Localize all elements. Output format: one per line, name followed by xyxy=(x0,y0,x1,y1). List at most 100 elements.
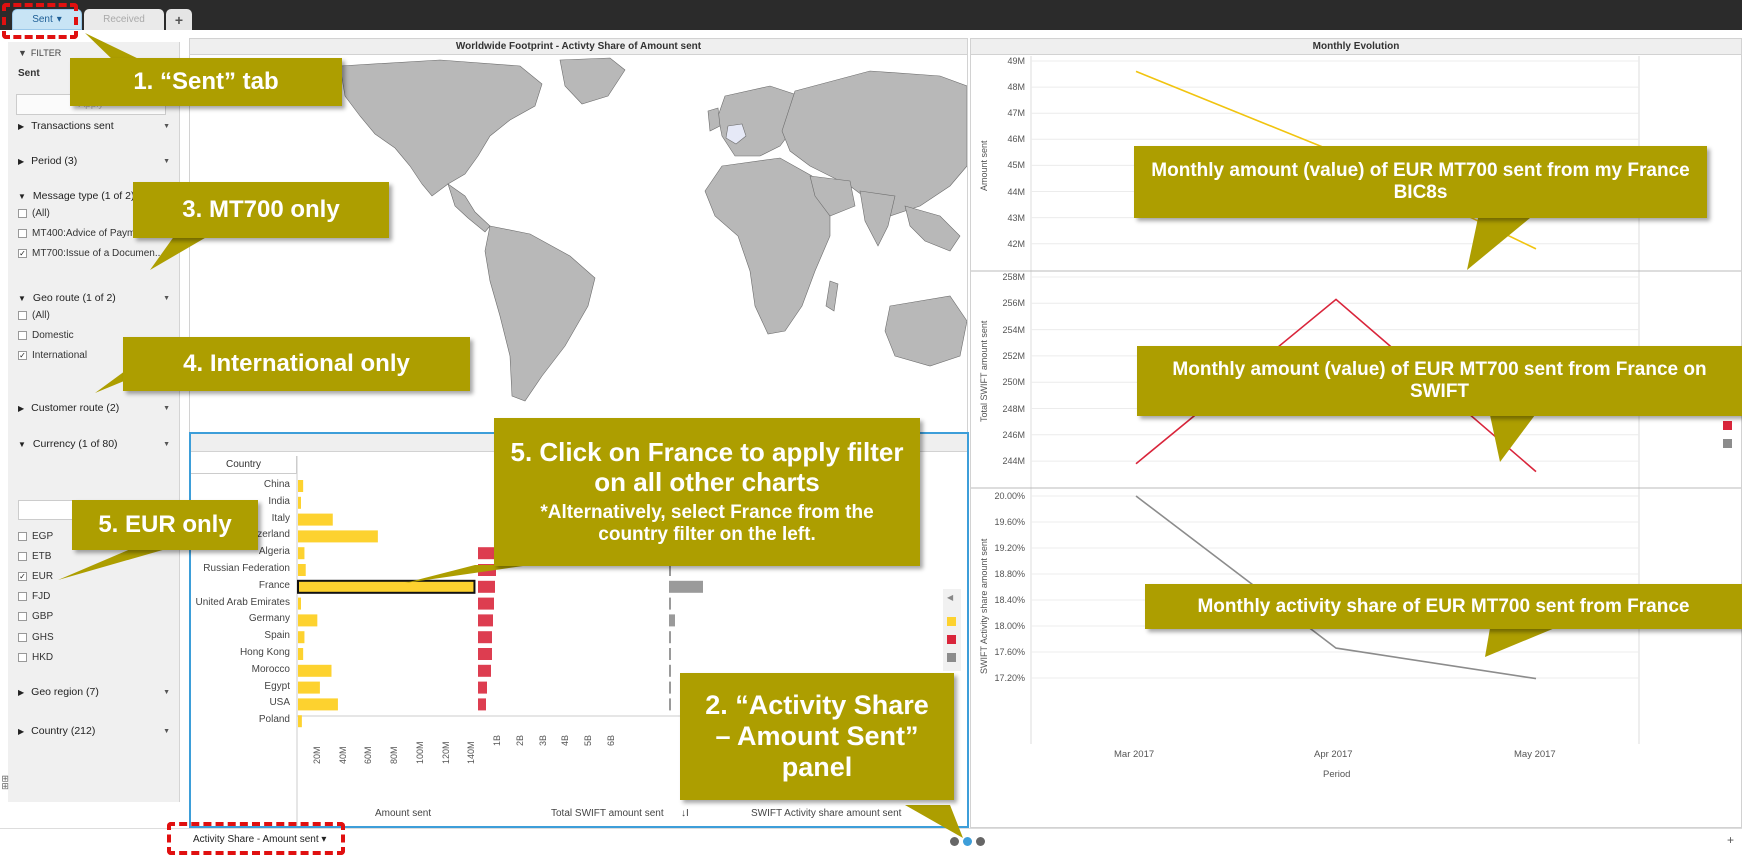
section-label: Currency (1 of 80) xyxy=(32,438,118,450)
bar-activity-share[interactable] xyxy=(669,648,671,660)
checkbox[interactable] xyxy=(18,532,27,541)
bar-activity-share[interactable] xyxy=(669,681,671,694)
bar-activity-share[interactable] xyxy=(669,614,675,627)
bar-amount-sent[interactable] xyxy=(298,597,301,610)
option-mt400[interactable]: MT400:Advice of Payment xyxy=(18,228,149,239)
bar-total-swift[interactable] xyxy=(478,597,494,610)
bar-amount-sent[interactable] xyxy=(298,564,306,576)
page-dot-2[interactable] xyxy=(963,837,972,846)
option-gbp[interactable]: GBP xyxy=(18,611,53,622)
callout-international: 4. International only xyxy=(123,337,470,391)
page-dot-1[interactable] xyxy=(950,837,959,846)
checkbox[interactable] xyxy=(18,633,27,642)
app-root: Sent▾ Received + ▼FILTER Sent Apply ▶Tra… xyxy=(0,0,1742,857)
option-mt700[interactable]: ✓ MT700:Issue of a Documen... xyxy=(18,248,163,259)
bar-amount-sent[interactable] xyxy=(298,648,304,660)
checkbox[interactable] xyxy=(18,592,27,601)
section-period[interactable]: ▶ Period (3) ▼ xyxy=(18,155,170,167)
bar-amount-sent[interactable] xyxy=(298,480,304,492)
map-north-america xyxy=(339,59,543,197)
bar-activity-share[interactable] xyxy=(669,580,703,593)
option-geo-all[interactable]: (All) xyxy=(18,310,50,321)
x-tick-label: May 2017 xyxy=(1514,749,1556,760)
bar-activity-share[interactable] xyxy=(669,664,671,677)
checkbox[interactable] xyxy=(18,209,27,218)
callout-monthly-share: Monthly activity share of EUR MT700 sent… xyxy=(1145,584,1742,629)
checkbox-checked[interactable]: ✓ xyxy=(18,572,27,581)
map-panel-title: Worldwide Footprint - Activty Share of A… xyxy=(190,39,967,55)
sort-icon[interactable]: ↓I xyxy=(681,808,689,819)
page-dot-3[interactable] xyxy=(976,837,985,846)
bar-amount-sent[interactable] xyxy=(298,631,305,644)
bar-total-swift[interactable] xyxy=(478,681,487,694)
bar-amount-sent[interactable] xyxy=(298,664,332,677)
x-tick-label: Mar 2017 xyxy=(1114,749,1155,760)
bar-total-swift[interactable] xyxy=(478,698,486,711)
y-tick-label: 49M xyxy=(1007,56,1025,66)
option-label: Domestic xyxy=(32,330,74,341)
bar-amount-sent[interactable] xyxy=(297,579,476,594)
checkbox-checked[interactable]: ✓ xyxy=(18,351,27,360)
bar-amount-sent[interactable] xyxy=(298,513,333,526)
add-page-icon[interactable]: + xyxy=(1727,833,1734,847)
checkbox[interactable] xyxy=(18,552,27,561)
checkbox[interactable] xyxy=(18,229,27,238)
map-australia xyxy=(884,295,967,367)
checkbox-checked[interactable]: ✓ xyxy=(18,249,27,258)
chevron-down-icon: ▼ xyxy=(163,157,170,165)
option-etb[interactable]: ETB xyxy=(18,551,51,562)
bar-activity-share[interactable] xyxy=(669,698,671,711)
option-eur[interactable]: ✓ EUR xyxy=(18,571,53,582)
section-customer-route[interactable]: ▶ Customer route (2) ▼ xyxy=(18,402,170,414)
option-ghs[interactable]: GHS xyxy=(18,632,54,643)
option-domestic[interactable]: Domestic xyxy=(18,330,74,341)
option-international[interactable]: ✓ International xyxy=(18,350,87,361)
bar-total-swift[interactable] xyxy=(478,580,495,593)
bar-total-swift[interactable] xyxy=(478,648,492,660)
collapse-legend-icon[interactable]: ◀ xyxy=(947,593,953,602)
bar-total-swift[interactable] xyxy=(478,614,493,627)
bar-amount-sent[interactable] xyxy=(298,698,338,711)
option-label: (All) xyxy=(32,208,50,219)
section-label: Country (212) xyxy=(31,725,96,737)
bar-amount-sent[interactable] xyxy=(298,681,320,694)
section-geo-region[interactable]: ▶ Geo region (7) ▼ xyxy=(18,686,170,698)
bar-amount-sent[interactable] xyxy=(298,715,302,728)
section-geo-route[interactable]: ▼ Geo route (1 of 2) ▼ xyxy=(18,292,170,304)
filter-sidebar: ▼FILTER Sent Apply ▶Transactions sent▼ ▶… xyxy=(8,42,180,802)
legend-yellow xyxy=(947,617,956,626)
bar-activity-share[interactable] xyxy=(669,597,671,610)
bar-total-swift[interactable] xyxy=(478,631,492,644)
option-label: (All) xyxy=(32,310,50,321)
section-label: Period (3) xyxy=(31,155,78,167)
checkbox[interactable] xyxy=(18,311,27,320)
bar-activity-share[interactable] xyxy=(669,631,671,644)
y-tick-label: 47M xyxy=(1007,108,1025,119)
chevron-down-icon: ▼ xyxy=(163,688,170,696)
option-egp[interactable]: EGP xyxy=(18,531,53,542)
section-transactions-sent[interactable]: ▶ Transactions sent ▼ xyxy=(18,120,170,132)
legend-strip: ◀ xyxy=(943,589,961,671)
chevron-down-icon: ▼ xyxy=(163,122,170,130)
section-currency[interactable]: ▼ Currency (1 of 80) ▼ xyxy=(18,438,170,450)
checkbox[interactable] xyxy=(18,612,27,621)
section-country[interactable]: ▶ Country (212) ▼ xyxy=(18,725,170,737)
checkbox[interactable] xyxy=(18,331,27,340)
option-label: EGP xyxy=(32,531,54,542)
option-hkd[interactable]: HKD xyxy=(18,652,53,663)
option-fjd[interactable]: FJD xyxy=(18,591,50,602)
bar-amount-sent[interactable] xyxy=(298,530,378,543)
option-mt-all[interactable]: (All) xyxy=(18,208,50,219)
bar-total-swift[interactable] xyxy=(478,664,491,677)
checkbox[interactable] xyxy=(18,653,27,662)
section-label: Transactions sent xyxy=(31,120,114,132)
add-tab-button[interactable]: + xyxy=(166,9,192,30)
bar-amount-sent[interactable] xyxy=(298,614,318,627)
tab-received[interactable]: Received xyxy=(84,9,164,30)
expand-right-icon: ▶ xyxy=(18,403,25,413)
option-label: GHS xyxy=(32,632,54,643)
axis-amount-sent: Amount sent xyxy=(375,808,432,819)
option-label: HKD xyxy=(32,652,54,663)
bar-amount-sent[interactable] xyxy=(298,496,301,509)
bar-amount-sent[interactable] xyxy=(298,547,305,560)
